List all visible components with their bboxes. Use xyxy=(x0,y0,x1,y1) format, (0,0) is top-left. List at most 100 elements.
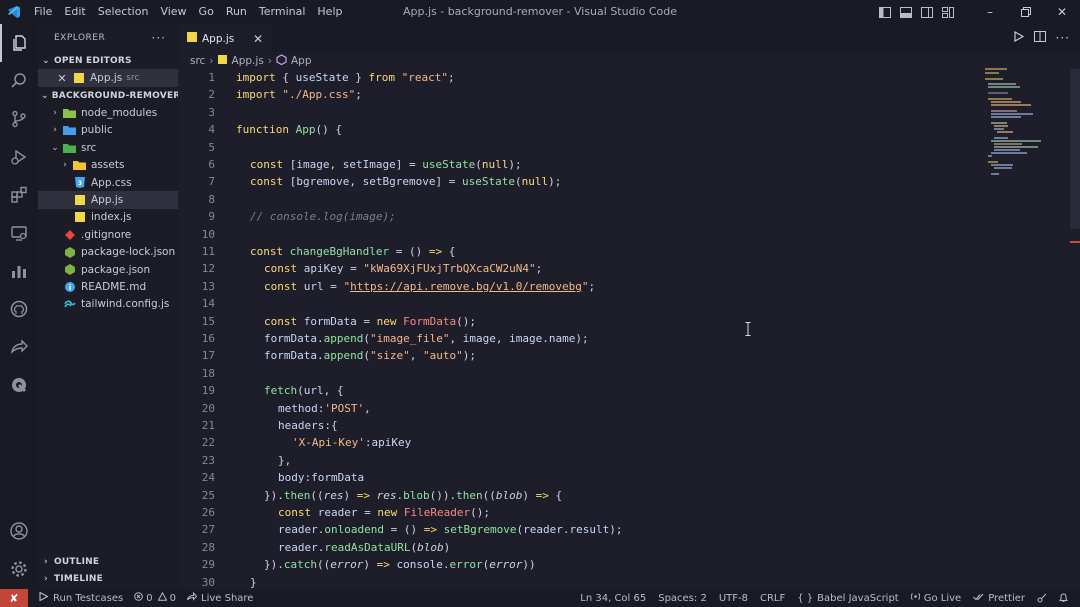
accounts-icon[interactable] xyxy=(0,512,38,550)
remote-indicator-icon[interactable]: ✘ xyxy=(0,589,28,607)
tree-item-package-lock[interactable]: package-lock.json xyxy=(38,244,178,261)
code-token: . xyxy=(542,332,549,345)
code-token: 'POST' xyxy=(324,401,365,415)
more-actions-icon[interactable]: ··· xyxy=(152,31,166,45)
breadcrumb-file[interactable]: App.js xyxy=(232,55,264,67)
tree-item-app-js[interactable]: App.js xyxy=(38,191,178,209)
tree-item-tailwind-config[interactable]: tailwind.config.js xyxy=(38,296,178,313)
chart-icon[interactable] xyxy=(0,252,38,290)
tree-item-node-modules[interactable]: › node_modules xyxy=(38,104,178,121)
go-live-button[interactable]: Go Live xyxy=(910,592,961,604)
timeline-section[interactable]: › TIMELINE xyxy=(38,570,178,587)
extensions-icon[interactable] xyxy=(0,176,38,214)
end-of-line[interactable]: CRLF xyxy=(760,593,785,604)
code-token: App xyxy=(295,123,316,137)
more-icon[interactable]: ··· xyxy=(1056,31,1070,45)
broadcast-icon xyxy=(910,592,921,604)
line-number: 25 xyxy=(201,488,215,502)
problems-indicator[interactable]: 0 0 xyxy=(134,591,176,604)
code-line: reader.onloadend = () => setBgremove(rea… xyxy=(278,521,622,538)
line-number: 26 xyxy=(201,506,215,519)
github-icon[interactable] xyxy=(0,290,38,328)
toggle-secondary-sidebar-icon[interactable] xyxy=(916,0,937,24)
chevron-right-icon: › xyxy=(53,125,57,136)
close-tab-icon[interactable]: ✕ xyxy=(253,32,263,46)
feedback-icon[interactable] xyxy=(1037,593,1047,603)
vertical-scrollbar[interactable] xyxy=(1070,69,1080,229)
indentation[interactable]: Spaces: 2 xyxy=(658,593,707,604)
menu-go[interactable]: Go xyxy=(193,0,220,24)
code-token: useState xyxy=(422,158,476,171)
code-token: fetch xyxy=(264,384,298,398)
menu-file[interactable]: File xyxy=(28,0,58,24)
code-token: ); xyxy=(508,158,522,171)
project-section[interactable]: ⌄ BACKGROUND-REMOVER xyxy=(38,87,181,104)
chevron-right-icon: › xyxy=(53,108,57,119)
close-window-icon[interactable]: ✕ xyxy=(1044,0,1080,24)
gitlens-icon[interactable] xyxy=(0,366,38,404)
open-editors-section[interactable]: ⌄ OPEN EDITORS xyxy=(38,52,178,69)
prettier-button[interactable]: Prettier xyxy=(973,593,1025,604)
close-editor-icon[interactable]: ✕ xyxy=(56,72,68,85)
settings-gear-icon[interactable] xyxy=(0,550,38,588)
encoding[interactable]: UTF-8 xyxy=(719,593,748,604)
tree-item-assets[interactable]: › assets xyxy=(38,157,178,174)
line-number: 12 xyxy=(201,262,215,276)
code-token: method xyxy=(278,401,318,415)
menu-help[interactable]: Help xyxy=(311,0,348,24)
outline-section[interactable]: › OUTLINE xyxy=(38,553,178,570)
run-debug-icon[interactable] xyxy=(0,138,38,176)
notifications-bell-icon[interactable] xyxy=(1059,593,1068,603)
tree-item-index-js[interactable]: index.js xyxy=(38,209,178,226)
minimize-icon[interactable]: – xyxy=(972,0,1008,24)
breadcrumb-folder[interactable]: src xyxy=(190,55,205,67)
tree-item-src[interactable]: ⌄ src xyxy=(38,139,178,156)
toggle-panel-icon[interactable] xyxy=(895,0,916,24)
line-number: 28 xyxy=(201,540,215,554)
explorer-icon[interactable] xyxy=(0,24,38,62)
run-code-icon[interactable] xyxy=(1013,30,1024,45)
line-number: 13 xyxy=(201,279,215,293)
code-token: ) xyxy=(443,540,451,554)
code-token: (( xyxy=(482,488,496,502)
tab-app-js[interactable]: App.js ✕ xyxy=(178,24,272,52)
menu-view[interactable]: View xyxy=(154,0,192,24)
tree-item-app-css[interactable]: 3 App.css xyxy=(38,174,178,191)
customize-layout-icon[interactable] xyxy=(937,0,958,24)
split-editor-icon[interactable] xyxy=(1033,31,1046,45)
menu-terminal[interactable]: Terminal xyxy=(253,0,312,24)
code-token: )) xyxy=(522,558,536,572)
tree-item-package-json[interactable]: package.json xyxy=(38,261,178,278)
tree-item-gitignore[interactable]: .gitignore xyxy=(38,226,178,243)
menu-edit[interactable]: Edit xyxy=(58,0,91,24)
code-token: ( xyxy=(475,158,482,171)
code-line: const url = "https://api.remove.bg/v1.0/… xyxy=(264,278,595,295)
code-token: image xyxy=(509,332,543,345)
project-label: BACKGROUND-REMOVER xyxy=(51,90,181,101)
js-file-icon xyxy=(73,194,86,206)
toggle-primary-sidebar-icon[interactable] xyxy=(874,0,895,24)
code-editor[interactable]: 1 import { useState } from "react"; 2 impor… xyxy=(178,69,1080,589)
language-mode[interactable]: { } Babel JavaScript xyxy=(797,593,898,604)
minimap[interactable] xyxy=(985,68,1075,188)
vscode-logo-icon[interactable] xyxy=(0,0,28,24)
breadcrumb-symbol[interactable]: App xyxy=(291,55,312,67)
menu-selection[interactable]: Selection xyxy=(92,0,155,24)
tree-item-readme[interactable]: README.md xyxy=(38,278,178,295)
tree-item-public[interactable]: › public xyxy=(38,122,178,139)
source-control-icon[interactable] xyxy=(0,100,38,138)
restore-icon[interactable] xyxy=(1008,0,1044,24)
search-icon[interactable] xyxy=(0,62,38,100)
run-testcases-button[interactable]: Run Testcases xyxy=(39,591,123,604)
live-share-activity-icon[interactable] xyxy=(0,328,38,366)
open-editor-name: App.js xyxy=(90,72,123,85)
css-file-icon: 3 xyxy=(73,177,86,189)
cursor-position[interactable]: Ln 34, Col 65 xyxy=(580,593,646,604)
live-share-button[interactable]: Live Share xyxy=(187,591,253,604)
open-editor-item[interactable]: ✕ App.js src xyxy=(38,69,178,87)
remote-explorer-icon[interactable] xyxy=(0,214,38,252)
menu-run[interactable]: Run xyxy=(220,0,253,24)
